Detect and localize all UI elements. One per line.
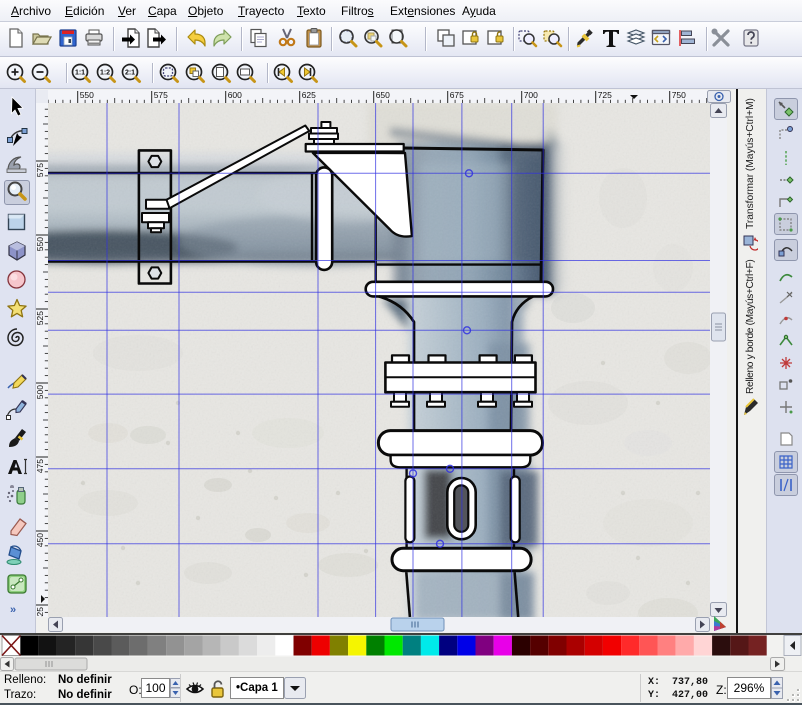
svg-text:550: 550	[80, 90, 94, 100]
svg-text:725: 725	[598, 90, 612, 100]
svg-text:550: 550	[36, 237, 45, 251]
svg-text:675: 675	[450, 90, 464, 100]
svg-text:425: 425	[36, 607, 45, 617]
svg-text:625: 625	[302, 90, 316, 100]
svg-text:600: 600	[228, 90, 242, 100]
svg-text:2:1: 2:1	[125, 70, 135, 77]
svg-text:575: 575	[154, 90, 168, 100]
svg-text:750: 750	[672, 90, 686, 100]
svg-text:1:1: 1:1	[75, 70, 85, 77]
svg-text:700: 700	[524, 90, 538, 100]
svg-text:525: 525	[36, 311, 45, 325]
svg-text:450: 450	[36, 533, 45, 547]
svg-text:650: 650	[376, 90, 390, 100]
svg-text:575: 575	[36, 163, 45, 177]
svg-text:475: 475	[36, 459, 45, 473]
svg-text:1:2: 1:2	[100, 70, 110, 77]
svg-text:500: 500	[36, 385, 45, 399]
